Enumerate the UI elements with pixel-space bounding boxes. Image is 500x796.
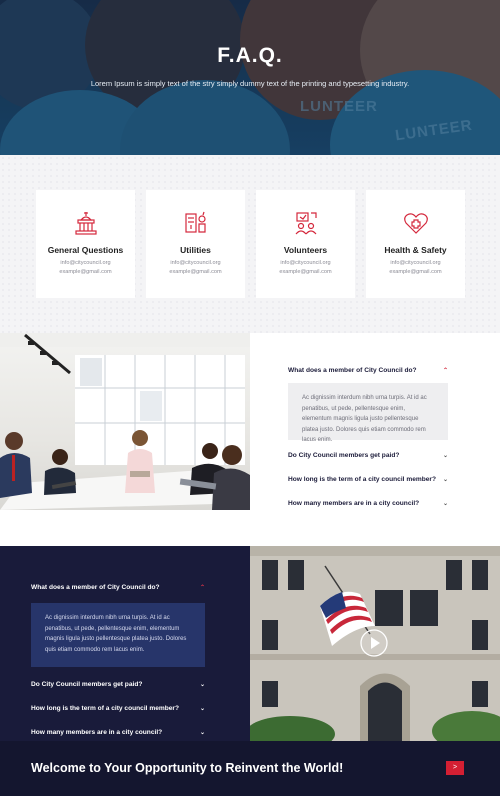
chevron-down-icon: ⌄ xyxy=(442,453,448,459)
card-email[interactable]: info@citycouncil.org xyxy=(36,260,135,266)
health-safety-icon xyxy=(366,210,465,236)
chevron-down-icon: ⌄ xyxy=(199,706,205,712)
card-title: Utilities xyxy=(180,245,211,255)
faq-question[interactable]: Do City Council members get paid? ⌄ xyxy=(31,673,205,697)
card-health-safety[interactable]: Health & Safety info@citycouncil.org exa… xyxy=(366,190,465,298)
faq-question[interactable]: What does a member of City Council do? ⌃ xyxy=(288,359,448,383)
faq-answer: Ac dignissim interdum nibh urna turpis. … xyxy=(288,383,448,443)
chevron-down-icon: ⌄ xyxy=(199,730,205,736)
faq-accordion-light: What does a member of City Council do? ⌃… xyxy=(288,359,448,516)
faq-answer: Ac dignissim interdum nibh urna turpis. … xyxy=(31,603,205,667)
faq-question-text: Do City Council members get paid? xyxy=(288,452,400,459)
faq-question[interactable]: What does a member of City Council do? ⌃ xyxy=(31,576,205,600)
cta-bar: Welcome to Your Opportunity to Reinvent … xyxy=(0,741,500,796)
card-email[interactable]: example@gmail.com xyxy=(366,269,465,275)
card-email[interactable]: example@gmail.com xyxy=(256,269,355,275)
play-video-icon[interactable] xyxy=(359,628,389,658)
chevron-down-icon: ⌄ xyxy=(199,682,205,688)
card-email[interactable]: example@gmail.com xyxy=(146,269,245,275)
faq-question-text: How long is the term of a city council m… xyxy=(288,476,437,483)
chevron-down-icon: ⌄ xyxy=(442,501,448,507)
city-hall-icon xyxy=(36,210,135,236)
hero-overlay xyxy=(0,0,500,155)
faq-question-text: How long is the term of a city council m… xyxy=(31,705,180,712)
card-title: Volunteers xyxy=(283,245,328,255)
page-title: F.A.Q. xyxy=(217,44,283,67)
meeting-photo xyxy=(0,333,250,510)
cta-headline: Welcome to Your Opportunity to Reinvent … xyxy=(31,761,344,775)
faq-accordion-dark: What does a member of City Council do? ⌃… xyxy=(31,576,205,745)
faq-section-dark: What does a member of City Council do? ⌃… xyxy=(0,546,500,741)
faq-question[interactable]: How long is the term of a city council m… xyxy=(31,697,205,721)
volunteers-icon xyxy=(256,210,355,236)
faq-question-text: What does a member of City Council do? xyxy=(31,584,160,591)
card-title: General Questions xyxy=(47,245,124,255)
card-volunteers[interactable]: Volunteers info@citycouncil.org example@… xyxy=(256,190,355,298)
faq-section-light: What does a member of City Council do? ⌃… xyxy=(0,333,500,546)
hero-subtitle: Lorem Ipsum is simply text of the stry s… xyxy=(90,79,410,88)
chevron-up-icon: ⌃ xyxy=(199,585,205,591)
faq-question[interactable]: How long is the term of a city council m… xyxy=(288,468,448,492)
chevron-down-icon: ⌄ xyxy=(442,477,448,483)
utilities-icon xyxy=(146,210,245,236)
chevron-up-icon: ⌃ xyxy=(442,368,448,374)
faq-question[interactable]: How many members are in a city council? … xyxy=(288,492,448,516)
faq-question[interactable]: Do City Council members get paid? ⌄ xyxy=(288,444,448,468)
cta-arrow-button[interactable]: > xyxy=(446,761,464,775)
faq-question-text: How many members are in a city council? xyxy=(288,500,420,507)
faq-question-text: Do City Council members get paid? xyxy=(31,681,143,688)
card-email[interactable]: example@gmail.com xyxy=(36,269,135,275)
card-general-questions[interactable]: General Questions info@citycouncil.org e… xyxy=(36,190,135,298)
card-email[interactable]: info@citycouncil.org xyxy=(366,260,465,266)
card-email[interactable]: info@citycouncil.org xyxy=(146,260,245,266)
contact-cards-section: General Questions info@citycouncil.org e… xyxy=(0,155,500,333)
faq-question-text: What does a member of City Council do? xyxy=(288,367,417,374)
card-utilities[interactable]: Utilities info@citycouncil.org example@g… xyxy=(146,190,245,298)
faq-question-text: How many members are in a city council? xyxy=(31,729,163,736)
card-title: Health & Safety xyxy=(384,245,447,255)
hero-banner: LUNTEER LUNTEER F.A.Q. Lorem Ipsum is si… xyxy=(0,0,500,155)
card-email[interactable]: info@citycouncil.org xyxy=(256,260,355,266)
